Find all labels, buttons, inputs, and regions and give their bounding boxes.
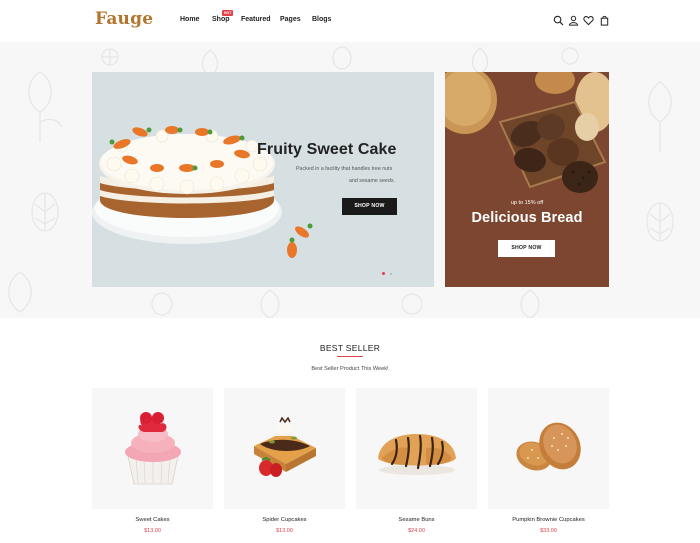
header-icons — [553, 15, 613, 27]
hero-description-line1: Packed in a facility that handles tree n… — [296, 166, 393, 172]
hero-description-line2: and sesame seeds. — [349, 178, 395, 184]
product-image-sweet-cakes[interactable] — [92, 388, 213, 509]
product-name[interactable]: Sesame Buns — [356, 517, 477, 523]
hot-badge: HOT — [222, 10, 234, 16]
best-seller-subtitle: Best Seller Product This Week! — [311, 366, 389, 372]
product-price: $13.00 — [144, 528, 161, 534]
discount-text: up to 15% off — [510, 200, 544, 206]
product-price: $24.00 — [408, 528, 425, 534]
nav-featured[interactable]: Featured — [241, 16, 271, 23]
heart-icon[interactable] — [583, 15, 594, 26]
hero-shop-now-button[interactable]: SHOP NOW — [342, 198, 397, 215]
side-banner-title: Delicious Bread — [471, 210, 583, 226]
product-price: $33.00 — [540, 528, 557, 534]
side-shop-now-button[interactable]: SHOP NOW — [498, 240, 555, 257]
product-card[interactable]: Sesame Buns $24.00 — [356, 388, 477, 543]
hero-title: Fruity Sweet Cake — [257, 141, 397, 158]
product-name[interactable]: Pumpkin Brownie Cupcakes — [488, 517, 609, 523]
product-price: $13.00 — [276, 528, 293, 534]
nav-home[interactable]: Home — [180, 16, 199, 23]
site-header: Fauge Home Shop HOT Featured Pages Blogs — [0, 0, 700, 42]
product-card[interactable]: Spider Cupcakes $13.00 — [224, 388, 345, 543]
bread-banner: up to 15% off Delicious Bread SHOP NOW — [445, 72, 609, 287]
slider-dot[interactable] — [390, 273, 392, 275]
logo[interactable]: Fauge — [95, 9, 153, 29]
product-card[interactable]: Sweet Cakes $13.00 — [92, 388, 213, 543]
title-underline — [337, 356, 363, 357]
nav-blogs[interactable]: Blogs — [312, 16, 331, 23]
nav-pages[interactable]: Pages — [280, 16, 301, 23]
product-card[interactable]: Pumpkin Brownie Cupcakes $33.00 — [488, 388, 609, 543]
product-image-spider-cupcakes[interactable] — [224, 388, 345, 509]
user-icon[interactable] — [568, 15, 579, 26]
product-name[interactable]: Spider Cupcakes — [224, 517, 345, 523]
product-name[interactable]: Sweet Cakes — [92, 517, 213, 523]
product-image-pumpkin-brownie-cupcakes[interactable] — [488, 388, 609, 509]
product-image-sesame-buns[interactable] — [356, 388, 477, 509]
best-seller-title: BEST SELLER — [319, 343, 381, 353]
shopping-bag-icon[interactable] — [599, 15, 610, 26]
nav-shop[interactable]: Shop — [212, 16, 230, 23]
hero-slider: Fruity Sweet Cake Packed in a facility t… — [92, 72, 434, 287]
search-icon[interactable] — [553, 15, 564, 26]
slider-dot-active[interactable] — [382, 272, 385, 275]
